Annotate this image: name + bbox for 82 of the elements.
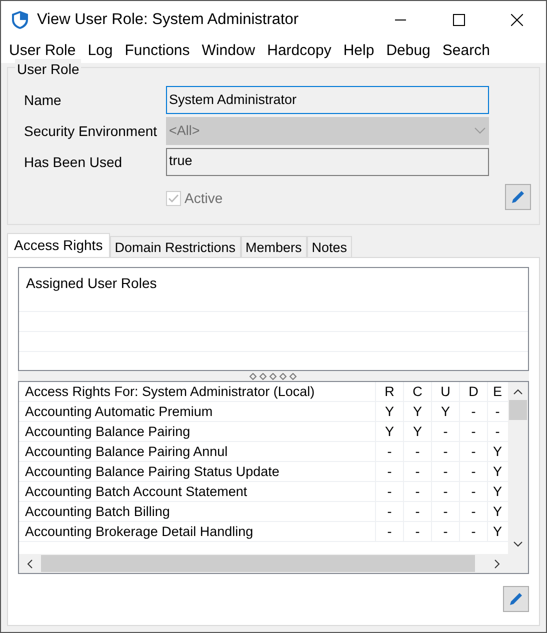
- field-label: Security Environment: [24, 122, 158, 141]
- table-cell: -: [431, 502, 459, 521]
- table-cell: -: [403, 502, 431, 521]
- scroll-right-icon[interactable]: [494, 558, 500, 568]
- column-header[interactable]: U: [431, 382, 459, 401]
- table-cell: -: [459, 502, 487, 521]
- scroll-up-icon[interactable]: [513, 389, 523, 395]
- tab[interactable]: Notes: [306, 236, 352, 257]
- menu-item[interactable]: Hardcopy: [261, 39, 338, 63]
- table-cell: -: [375, 442, 403, 461]
- field-label: Has Been Used: [24, 152, 124, 172]
- shield-icon: [11, 10, 29, 30]
- window-title: View User Role: System Administrator: [37, 10, 300, 30]
- table-cell: -: [431, 462, 459, 481]
- table-cell: -: [459, 422, 487, 441]
- table-cell: -: [459, 402, 487, 421]
- column-header[interactable]: C: [403, 382, 431, 401]
- column-header[interactable]: D: [459, 382, 487, 401]
- table-cell: Y: [403, 402, 431, 421]
- table-cell: -: [375, 482, 403, 501]
- table-cell: Y: [487, 462, 507, 481]
- table-cell-text: Accounting Balance Pairing Status Update: [24, 463, 280, 481]
- table-cell-text: Accounting Batch Billing: [24, 503, 171, 521]
- menu-item[interactable]: Log: [82, 39, 119, 63]
- table-cell-text: Accounting Brokerage Detail Handling: [24, 523, 254, 541]
- menu-item[interactable]: Debug: [380, 39, 436, 63]
- edit-button[interactable]: [503, 586, 529, 612]
- table-cell: -: [403, 462, 431, 481]
- tab[interactable]: Members: [240, 236, 307, 257]
- table-cell: Y: [487, 522, 507, 541]
- list-header: Assigned User Roles: [25, 274, 158, 292]
- table-cell: -: [403, 482, 431, 501]
- input-field[interactable]: System Administrator: [166, 86, 489, 114]
- table-cell: -: [459, 522, 487, 541]
- menu-item[interactable]: Window: [196, 39, 262, 63]
- table-cell: -: [431, 442, 459, 461]
- edit-button[interactable]: [505, 184, 531, 210]
- table-cell-text: Accounting Balance Pairing: [24, 423, 192, 441]
- table-cell: -: [375, 522, 403, 541]
- column-header[interactable]: Access Rights For: System Administrator (Local): [19, 382, 375, 401]
- table-cell: Y: [487, 442, 507, 461]
- table-cell: -: [487, 402, 507, 421]
- tab[interactable]: Access Rights: [7, 233, 110, 257]
- table-cell: -: [487, 422, 507, 441]
- table-cell: Y: [375, 422, 403, 441]
- pencil-icon: [508, 591, 524, 607]
- column-header[interactable]: R: [375, 382, 403, 401]
- field-label: Name: [24, 90, 62, 110]
- table-cell: -: [459, 482, 487, 501]
- table-cell: Y: [487, 482, 507, 501]
- scroll-down-icon[interactable]: [513, 541, 523, 547]
- tab[interactable]: Domain Restrictions: [110, 236, 240, 257]
- table-cell: Y: [375, 402, 403, 421]
- scroll-thumb[interactable]: [41, 555, 475, 572]
- scroll-thumb[interactable]: [509, 400, 527, 420]
- close-icon[interactable]: [511, 14, 523, 26]
- table-cell-text: Accounting Automatic Premium: [24, 403, 214, 421]
- checkbox-label: Active: [184, 188, 223, 208]
- table-cell: -: [431, 482, 459, 501]
- maximize-icon[interactable]: [453, 14, 465, 26]
- table-cell: Y: [431, 402, 459, 421]
- column-header[interactable]: E: [487, 382, 507, 401]
- chevron-down-icon: [474, 127, 486, 135]
- table-cell: Y: [487, 502, 507, 521]
- splitter-handle-icon[interactable]: [248, 372, 298, 380]
- menu-item[interactable]: Functions: [118, 39, 196, 63]
- table-cell: -: [459, 462, 487, 481]
- menu-item[interactable]: Search: [436, 39, 496, 63]
- table-cell: -: [431, 522, 459, 541]
- table-cell-text: Accounting Batch Account Statement: [24, 483, 248, 501]
- table-cell: -: [403, 522, 431, 541]
- pencil-icon: [510, 189, 526, 205]
- table-cell: -: [403, 442, 431, 461]
- scroll-left-icon[interactable]: [27, 558, 33, 568]
- table-cell: -: [459, 442, 487, 461]
- input-field[interactable]: true: [166, 148, 489, 176]
- table-cell-text: Accounting Balance Pairing Annul: [24, 443, 229, 461]
- table-cell: -: [375, 462, 403, 481]
- table-cell: -: [375, 502, 403, 521]
- table-cell: Y: [403, 422, 431, 441]
- table-cell: -: [431, 422, 459, 441]
- menu-item[interactable]: Help: [337, 39, 380, 63]
